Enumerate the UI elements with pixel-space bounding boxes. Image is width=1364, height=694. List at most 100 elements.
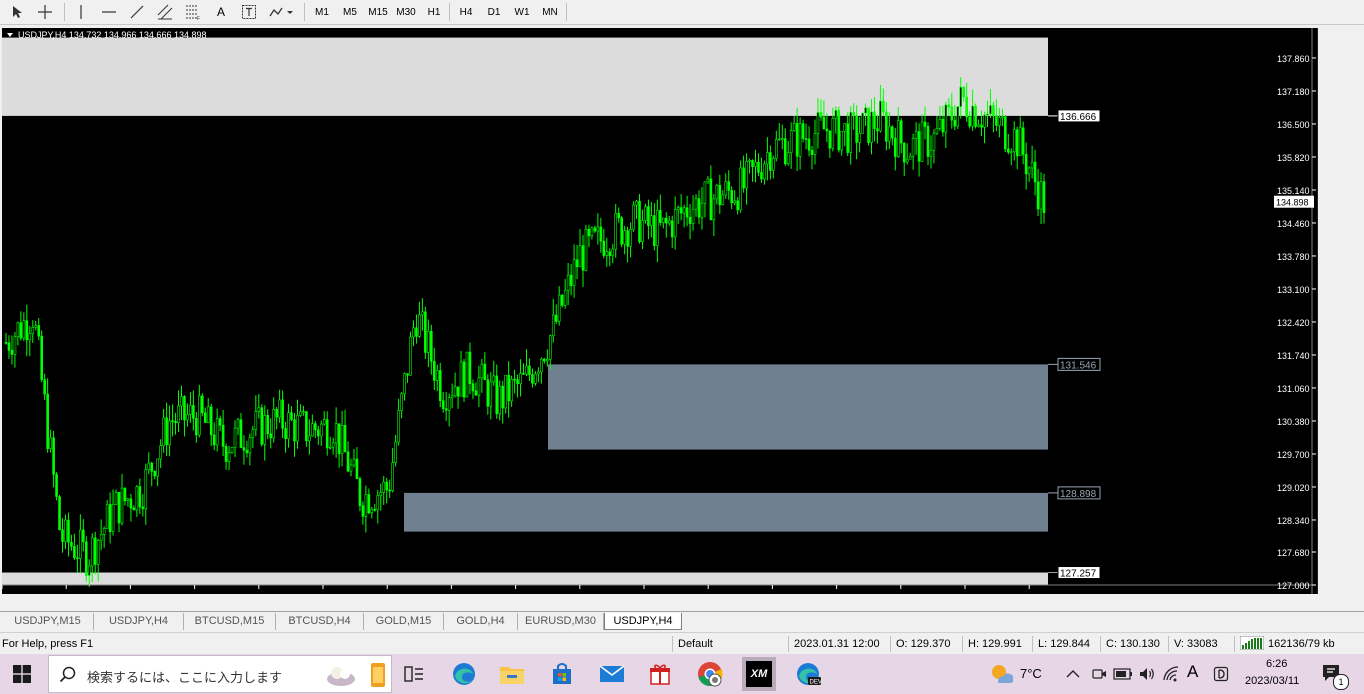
text-label-icon[interactable] [238,2,260,22]
time-tick-label: 28 Feb 00:00 [838,593,891,594]
mail-icon[interactable] [598,660,626,688]
chart-tab-gold-h4[interactable]: GOLD,H4 [444,613,518,630]
candle [171,404,174,437]
notification-badge: 1 [1333,674,1349,690]
candle [388,479,391,498]
timeframe-m5-button[interactable]: M5 [336,2,364,22]
shapes-dropdown-icon[interactable] [266,2,296,22]
wifi-icon[interactable] [1160,660,1182,688]
candle [427,319,430,368]
candle [180,385,183,421]
chart-menu-triangle-icon[interactable] [7,33,13,37]
candle [269,418,273,449]
candle [974,103,977,129]
candle [138,478,142,515]
timeframe-h1-button[interactable]: H1 [420,2,448,22]
fibonacci-icon[interactable]: F [182,2,204,22]
supply-zone[interactable] [2,37,1048,116]
timeframe-m30-button[interactable]: M30 [392,2,420,22]
demand-zone[interactable] [404,492,1048,532]
chart-tab-gold-m15[interactable]: GOLD,M15 [364,613,444,630]
clock-date[interactable]: 2023/03/11 [1245,675,1299,687]
status-divider [962,636,963,652]
windows-start-icon[interactable] [8,660,36,688]
candle [1009,148,1013,166]
candle [403,372,406,401]
candle [629,222,632,258]
timeframe-w1-button[interactable]: W1 [508,2,536,22]
vertical-line-icon[interactable] [70,2,92,22]
candle [664,212,668,238]
candle [566,262,570,305]
timeframe-h4-button[interactable]: H4 [452,2,480,22]
candle [724,173,728,200]
crosshair-icon[interactable] [34,2,56,22]
candle [679,194,683,221]
chart-tab-usdjpy-m15[interactable]: USDJPY,M15 [2,613,94,630]
chart-tab-eurusd-m30[interactable]: EURUSD,M30 [518,613,604,630]
candle [55,472,58,501]
store-icon[interactable] [548,660,576,688]
ime-mode-indicator[interactable]: A [1187,662,1198,682]
candle [415,314,418,344]
chrome-icon[interactable] [696,660,724,688]
candle [379,483,383,511]
level-zone-127257[interactable] [2,572,1048,585]
candle [608,248,612,267]
candle [483,352,487,380]
candle [534,371,537,386]
timeframe-m15-button[interactable]: M15 [364,2,392,22]
time-tick-label: 2 Mar 16:00 [902,593,950,594]
taskbar-search-box[interactable]: 検索するには、ここに入力します [48,655,392,693]
candle [477,365,481,407]
candle [316,425,320,445]
candle [260,404,264,447]
timeframe-mn-button[interactable]: MN [536,2,564,22]
chart-tab-usdjpy-h4[interactable]: USDJPY,H4 [94,613,184,630]
horizontal-line-icon[interactable] [98,2,120,22]
candle [584,224,588,272]
price-chart[interactable]: 136.666 131.546 128.898 127.257 137.860 137.… [2,28,1318,594]
meet-now-icon[interactable] [1088,660,1110,688]
timeframe-m1-button[interactable]: M1 [308,2,336,22]
gift-icon[interactable] [646,660,674,688]
candle [120,473,124,526]
candle [795,107,799,172]
chart-tab-usdjpy-h4[interactable]: USDJPY,H4 [604,613,682,630]
candle [174,412,177,435]
candle [412,320,415,347]
task-view-icon[interactable] [400,660,428,688]
text-icon[interactable]: A [210,2,232,22]
candle [108,492,112,544]
candle [766,137,769,181]
battery-icon[interactable] [1112,660,1134,688]
edge-dev-icon[interactable]: DEV [794,660,822,688]
candle [308,419,311,455]
demand-zone[interactable] [548,364,1048,450]
cursor-arrow-icon[interactable] [6,2,28,22]
candle [682,204,686,228]
trendline-icon[interactable] [126,2,148,22]
candle [358,476,362,512]
edge-icon[interactable] [450,660,478,688]
timeframe-d1-button[interactable]: D1 [480,2,508,22]
xm-taskbar-tile[interactable]: XM [742,657,776,691]
candle [132,505,136,511]
connection-signal-icon[interactable] [1239,635,1265,653]
candle [111,489,115,536]
candle [209,403,213,447]
equidistant-channel-icon[interactable] [154,2,176,22]
chart-tab-btcusd-h4[interactable]: BTCUSD,H4 [276,613,364,630]
candle [305,410,308,447]
candle [605,237,609,267]
file-explorer-icon[interactable] [498,660,526,688]
candle [691,195,695,231]
clock-time[interactable]: 6:26 [1266,658,1287,670]
ime-options-icon[interactable] [1210,660,1232,688]
candle [67,512,70,557]
bar-datetime: 2023.01.31 12:00 [794,638,880,650]
speaker-icon[interactable] [1136,660,1158,688]
chevron-up-icon[interactable] [1062,660,1084,688]
chart-tab-btcusd-m15[interactable]: BTCUSD,M15 [184,613,276,630]
candle [364,485,368,533]
